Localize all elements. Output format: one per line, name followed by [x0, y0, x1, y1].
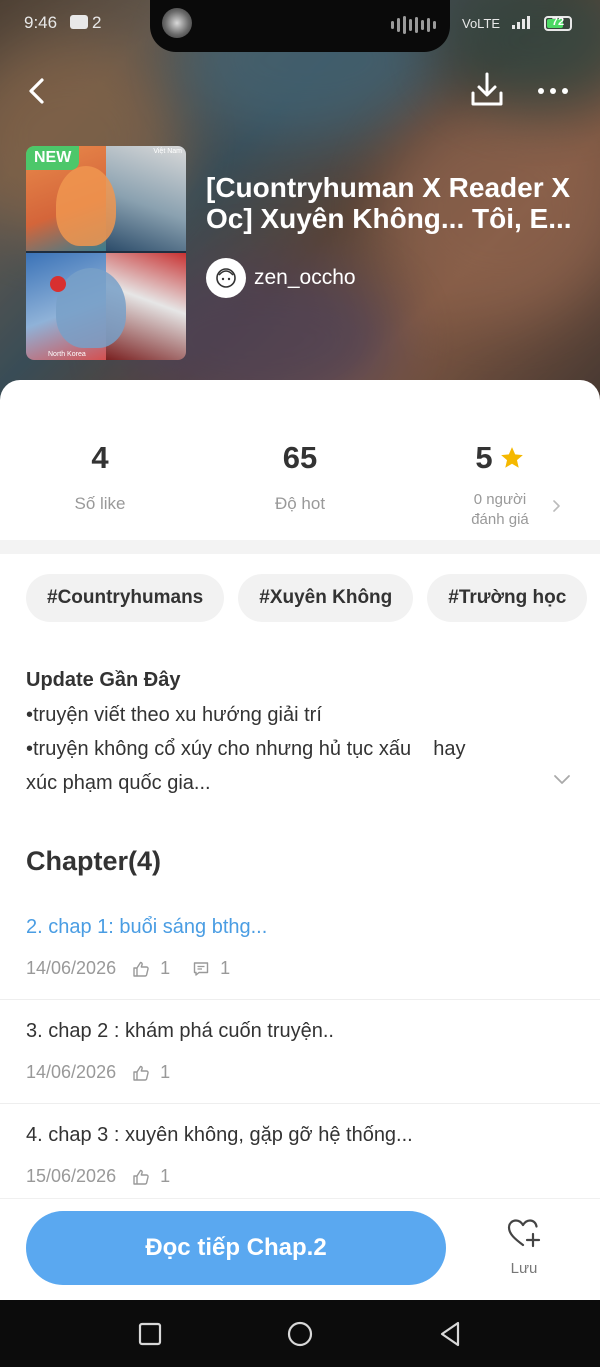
stats-row: 4 Số like 65 Độ hot 5 0 người đánh giá	[0, 380, 600, 540]
comment-icon	[193, 961, 209, 976]
save-button[interactable]: Lưu	[496, 1217, 552, 1277]
bottom-action-bar: Đọc tiếp Chap.2 Lưu	[0, 1198, 600, 1300]
stat-rating[interactable]: 5 0 người đánh giá	[400, 438, 600, 530]
tag-chip[interactable]: #Trường học	[427, 574, 588, 622]
rating-value: 5	[475, 440, 493, 475]
description-line: •truyện viết theo xu hướng giải trí	[26, 704, 322, 726]
description-line: •truyện không cổ xúy cho nhưng hủ tục xấ…	[26, 738, 466, 760]
download-button[interactable]	[468, 70, 506, 110]
likes-label: Số like	[74, 494, 126, 513]
chapter-name: 3. chap 2 : khám phá cuốn truyện..	[26, 1020, 334, 1042]
status-bar: 9:46 2 VoLTE 72	[0, 0, 600, 52]
rating-label-line2: đánh giá	[471, 511, 529, 528]
chapter-likes: 1	[160, 1062, 171, 1082]
tag-list: #Countryhumans #Xuyên Không #Trường học	[26, 574, 588, 622]
stat-likes: 4 Số like	[0, 438, 200, 514]
media-app-icon	[162, 8, 192, 38]
download-icon	[471, 72, 503, 106]
battery-percent: 72	[551, 16, 565, 28]
story-cover[interactable]: Việt Nam North Korea NEW	[26, 146, 186, 360]
more-icon	[538, 88, 544, 94]
message-notification-icon	[70, 15, 88, 29]
likes-value: 4	[91, 440, 109, 475]
hot-value: 65	[282, 440, 318, 475]
chevron-down-icon[interactable]	[552, 772, 572, 786]
story-details: 4 Số like 65 Độ hot 5 0 người đánh giá #…	[0, 380, 600, 1300]
signal-icon	[512, 16, 530, 29]
dynamic-island	[150, 0, 450, 52]
back-button[interactable]	[22, 72, 56, 110]
tag-chip[interactable]: #Xuyên Không	[238, 574, 414, 622]
thumbs-up-icon	[133, 1169, 149, 1185]
audio-wave-icon	[391, 16, 436, 34]
tag-chip[interactable]: #Countryhumans	[26, 574, 225, 622]
stat-hot: 65 Độ hot	[200, 438, 400, 514]
heart-plus-icon	[507, 1219, 541, 1248]
nav-recent-icon[interactable]	[136, 1320, 164, 1348]
nav-home-icon[interactable]	[286, 1320, 314, 1348]
save-label: Lưu	[510, 1260, 538, 1277]
chapters-heading: Chapter(4)	[26, 846, 162, 876]
chapter-date: 14/06/2026	[26, 958, 117, 978]
hot-label: Độ hot	[274, 494, 326, 513]
chevron-right-icon	[553, 500, 560, 512]
back-arrow-icon	[29, 78, 44, 104]
star-icon	[500, 447, 523, 468]
notification-count: 2	[92, 13, 102, 32]
author-avatar	[206, 258, 246, 298]
chapter-likes: 1	[160, 1166, 171, 1186]
thumbs-up-icon	[133, 1065, 149, 1081]
chapter-name: 4. chap 3 : xuyên không, gặp gỡ hệ thống…	[26, 1124, 413, 1146]
chapter-comments: 1	[220, 958, 231, 978]
chapter-item[interactable]: 2. chap 1: buổi sáng bthg... 14/06/2026 …	[0, 896, 600, 1000]
new-badge: NEW	[26, 146, 80, 170]
thumbs-up-icon	[133, 961, 149, 977]
status-time: 9:46	[24, 13, 58, 32]
author-info[interactable]: zen_occho	[206, 258, 356, 298]
section-divider	[0, 540, 600, 554]
chapter-name: 2. chap 1: buổi sáng bthg...	[26, 916, 268, 938]
description-line: xúc phạm quốc gia...	[26, 772, 211, 794]
more-button[interactable]	[532, 74, 574, 108]
story-title: [Cuontryhuman X Reader X Oc] Xuyên Không…	[206, 172, 572, 234]
system-navigation-bar	[0, 1300, 600, 1367]
rating-label-line1: 0 người	[473, 491, 527, 508]
battery-icon: 72	[544, 16, 572, 31]
network-type: VoLTE	[462, 16, 501, 31]
description[interactable]: Update Gần Đây •truyện viết theo xu hướn…	[26, 662, 556, 800]
top-navigation	[0, 66, 600, 116]
description-heading: Update Gần Đây	[26, 669, 181, 691]
continue-reading-button[interactable]: Đọc tiếp Chap.2	[26, 1211, 446, 1285]
author-name: zen_occho	[254, 266, 356, 289]
chapter-likes: 1	[160, 958, 171, 978]
chapter-item[interactable]: 3. chap 2 : khám phá cuốn truyện.. 14/06…	[0, 1000, 600, 1104]
chapter-item[interactable]: 4. chap 3 : xuyên không, gặp gỡ hệ thống…	[0, 1104, 600, 1208]
chapter-date: 15/06/2026	[26, 1166, 117, 1186]
cover-text-bottom: North Korea	[48, 351, 86, 358]
cover-text-top: Việt Nam	[153, 148, 182, 155]
chapter-date: 14/06/2026	[26, 1062, 117, 1082]
nav-back-icon[interactable]	[436, 1320, 464, 1348]
